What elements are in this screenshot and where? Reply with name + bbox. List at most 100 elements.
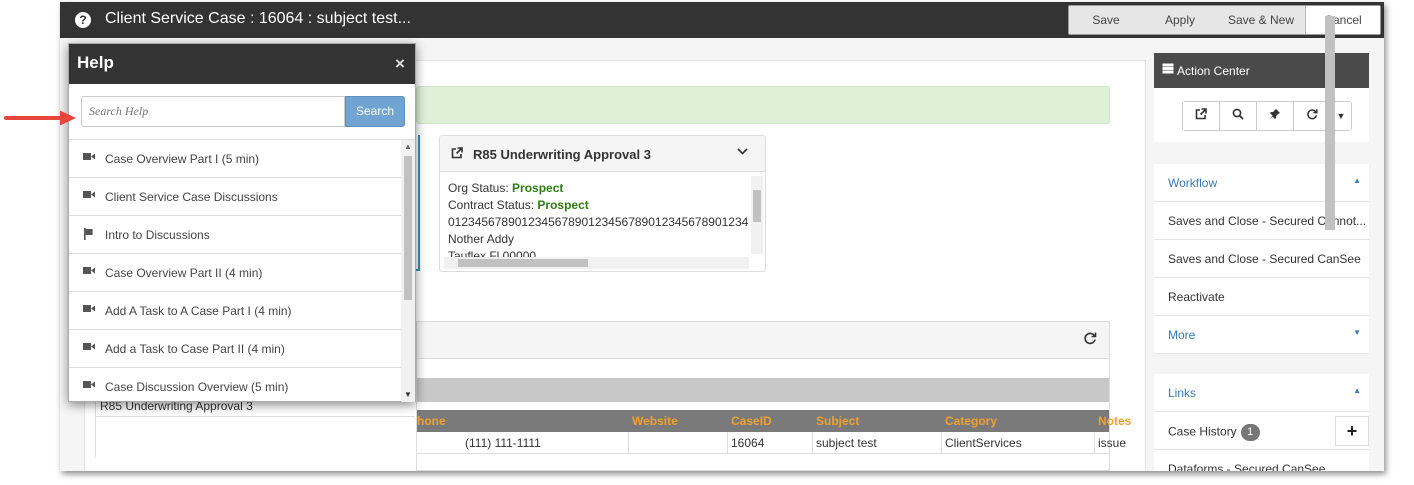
list-item-label: Client Service Case Discussions (105, 190, 278, 204)
video-icon (83, 342, 95, 354)
apply-button[interactable]: Apply (1143, 6, 1217, 34)
list-item-label: Case Overview Part I (5 min) (105, 152, 260, 166)
caret-down-icon[interactable]: ▼ (1353, 328, 1361, 337)
list-item-label: Intro to Discussions (105, 228, 210, 242)
column-subject[interactable]: Subject (816, 414, 859, 428)
count-badge: 1 (1240, 424, 1260, 441)
help-list: Case Overview Part I (5 min) Client Serv… (69, 140, 401, 402)
table-row[interactable]: (111) 111-1111 16064 subject test Client… (417, 432, 1126, 454)
list-item[interactable]: Intro to Discussions (69, 216, 401, 254)
scroll-thumb[interactable] (753, 190, 761, 222)
column-phone[interactable]: hone (417, 414, 446, 428)
help-title: Help (77, 53, 114, 72)
cell-caseid: 16064 (731, 436, 765, 450)
org-status-value: Prospect (512, 181, 564, 195)
workflow-item-label: Reactivate (1168, 290, 1225, 304)
help-dialog: Help × Search Case Overview Part I (5 mi… (68, 43, 416, 402)
scroll-up-icon[interactable]: ▲ (404, 142, 412, 151)
list-item[interactable]: Client Service Case Discussions (69, 178, 401, 216)
list-item[interactable]: Case Overview Part I (5 min) (69, 140, 401, 178)
column-divider (1094, 432, 1095, 454)
video-icon (83, 190, 95, 202)
server-icon (1162, 63, 1174, 77)
pin-icon[interactable] (1257, 102, 1294, 130)
page-scrollbar[interactable] (1322, 2, 1340, 471)
chevron-down-icon[interactable] (736, 145, 749, 161)
flag-icon (83, 228, 95, 243)
card-body: Org Status: Prospect Contract Status: Pr… (448, 180, 748, 258)
address-line: Nother Addy (448, 232, 515, 246)
video-icon (83, 380, 95, 392)
help-search-area: Search (69, 84, 415, 140)
contract-status-line: Contract Status: Prospect (448, 197, 748, 214)
column-divider (628, 432, 629, 454)
contract-status-value: Prospect (537, 198, 589, 212)
links-label: Links (1168, 386, 1197, 400)
save-button[interactable]: Save (1069, 6, 1143, 34)
success-alert (416, 86, 1110, 124)
caret-up-icon[interactable]: ▲ (1353, 176, 1361, 185)
org-status-line: Org Status: Prospect (448, 180, 748, 197)
scroll-thumb[interactable] (458, 259, 588, 267)
grid-column-headers: hone Website CaseID Subject Category Not… (417, 410, 1131, 432)
card-title: R85 Underwriting Approval 3 (473, 147, 651, 162)
dataforms-label: Dataforms - Secured CanSee (1168, 462, 1326, 471)
help-icon[interactable]: ? (75, 12, 91, 28)
grid-left-border (95, 417, 96, 457)
save-and-new-button[interactable]: Save & New (1217, 6, 1305, 34)
grid-header (417, 322, 1109, 359)
action-center-title: Action Center (1177, 64, 1250, 78)
list-item-label: Add a Task to Case Part II (4 min) (105, 342, 285, 356)
list-item[interactable]: Add a Task to Case Part II (4 min) (69, 330, 401, 368)
cancel-button[interactable]: Cancel (1305, 6, 1380, 34)
list-item[interactable]: Case Overview Part II (4 min) (69, 254, 401, 292)
video-icon (83, 304, 95, 316)
list-item[interactable]: Add A Task to A Case Part I (4 min) (69, 292, 401, 330)
workflow-label: Workflow (1168, 176, 1218, 190)
cell-notes: issue (1098, 436, 1127, 450)
action-center-panel: Action Center ▼ Workflow ▲ Saves and Clo… (1154, 38, 1384, 471)
contract-status-label: Contract Status: (448, 198, 535, 212)
title-bar: ? Client Service Case : 16064 : subject … (60, 2, 1384, 38)
selected-card-edge (416, 135, 420, 271)
case-history-label: Case History 1 (1168, 424, 1260, 441)
card-header: R85 Underwriting Approval 3 (440, 136, 765, 172)
video-icon (83, 152, 95, 164)
search-icon[interactable] (1220, 102, 1257, 130)
org-status-label: Org Status: (448, 181, 509, 195)
window-title: Client Service Case : 16064 : subject te… (105, 10, 411, 27)
card-vertical-scrollbar[interactable] (751, 176, 763, 254)
scroll-down-icon[interactable]: ▼ (404, 390, 412, 399)
column-website[interactable]: Website (632, 414, 678, 428)
more-label: More (1168, 328, 1196, 342)
red-arrow-icon (4, 110, 76, 126)
org-card: R85 Underwriting Approval 3 Org Status: … (439, 135, 766, 272)
column-divider (941, 432, 942, 454)
column-caseid[interactable]: CaseID (731, 414, 772, 428)
search-button[interactable]: Search (345, 96, 405, 127)
group-bar (417, 378, 1109, 402)
column-category[interactable]: Category (945, 414, 997, 428)
refresh-icon[interactable] (1083, 331, 1097, 349)
list-item-label: Add A Task to A Case Part I (4 min) (105, 304, 292, 318)
list-item[interactable]: Case Discussion Overview (5 min) (69, 368, 401, 402)
caret-up-icon[interactable]: ▲ (1353, 386, 1361, 395)
close-icon[interactable]: × (395, 54, 405, 74)
column-divider (812, 432, 813, 454)
external-link-icon[interactable] (451, 147, 463, 162)
video-icon (83, 266, 95, 278)
card-horizontal-scrollbar[interactable] (444, 257, 749, 269)
long-number: 0123456789012345678901234567890123456789… (448, 215, 748, 229)
column-divider (727, 432, 728, 454)
external-link-icon[interactable] (1183, 102, 1220, 130)
column-notes[interactable]: Notes (1098, 414, 1131, 428)
search-input[interactable] (81, 96, 345, 127)
add-link-button[interactable]: + (1335, 416, 1369, 446)
case-history-text: Case History (1168, 424, 1237, 439)
cell-category: ClientServices (945, 436, 1022, 450)
list-item-label: Case Discussion Overview (5 min) (105, 380, 289, 394)
scroll-thumb[interactable] (404, 156, 412, 300)
scroll-thumb[interactable] (1325, 16, 1335, 230)
list-item-label: Case Overview Part II (4 min) (105, 266, 263, 280)
help-list-scrollbar[interactable]: ▲ ▼ (401, 140, 415, 402)
